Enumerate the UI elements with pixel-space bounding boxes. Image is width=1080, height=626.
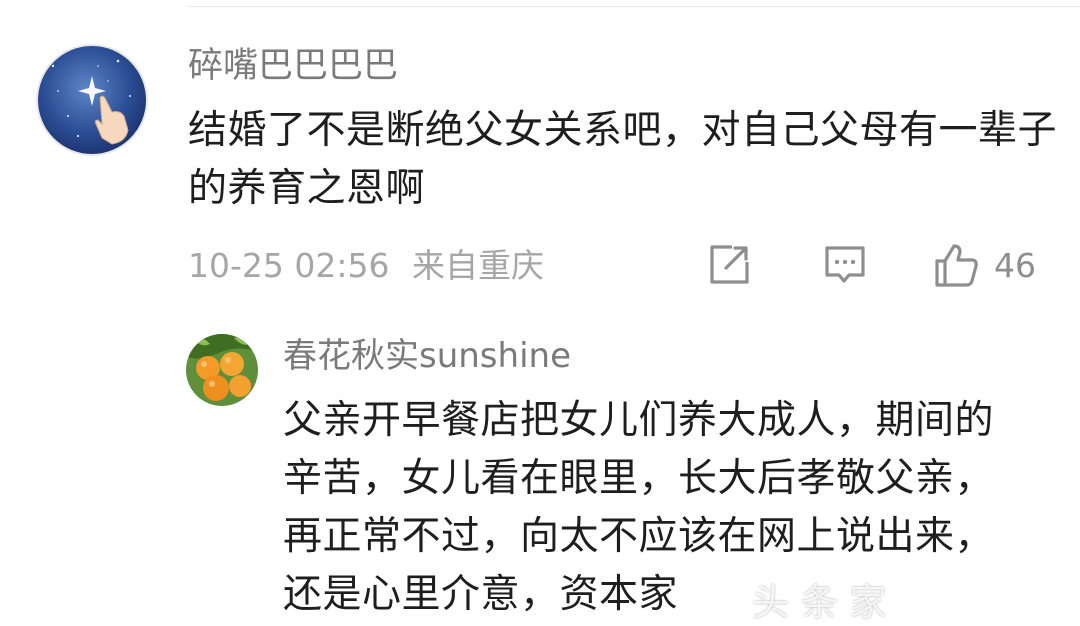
thumbs-up-icon [935, 244, 978, 287]
comment-icon [825, 246, 865, 283]
comment-location: 来自重庆 [411, 246, 544, 285]
orange-fruit-avatar-image [186, 334, 258, 406]
reply-text: 父亲开早餐店把女儿们养大成人，期间的辛苦，女儿看在眼里，长大后孝敬父亲，再正常不… [283, 398, 995, 617]
comment-meta: 10-25 02:56 来自重庆 [188, 244, 556, 288]
avatar[interactable] [36, 44, 148, 156]
like-count: 46 [994, 245, 1036, 285]
reply-username[interactable]: 春花秋实sunshine [283, 334, 571, 378]
top-divider [186, 6, 1080, 7]
comment-date: 10-25 02:56 [188, 246, 390, 285]
comment-username[interactable]: 碎嘴巴巴巴巴 [188, 44, 398, 88]
avatar[interactable] [186, 334, 258, 406]
reply-button[interactable] [822, 240, 868, 290]
comment-text: 结婚了不是断绝父女关系吧，对自己父母有一辈子的养育之恩啊 [188, 108, 1058, 211]
share-icon [710, 245, 749, 284]
like-button[interactable]: 46 [932, 240, 1036, 290]
watermark: 头 条 家 [752, 581, 887, 624]
starry-sky-avatar-image [38, 46, 146, 154]
share-button[interactable] [706, 240, 752, 290]
